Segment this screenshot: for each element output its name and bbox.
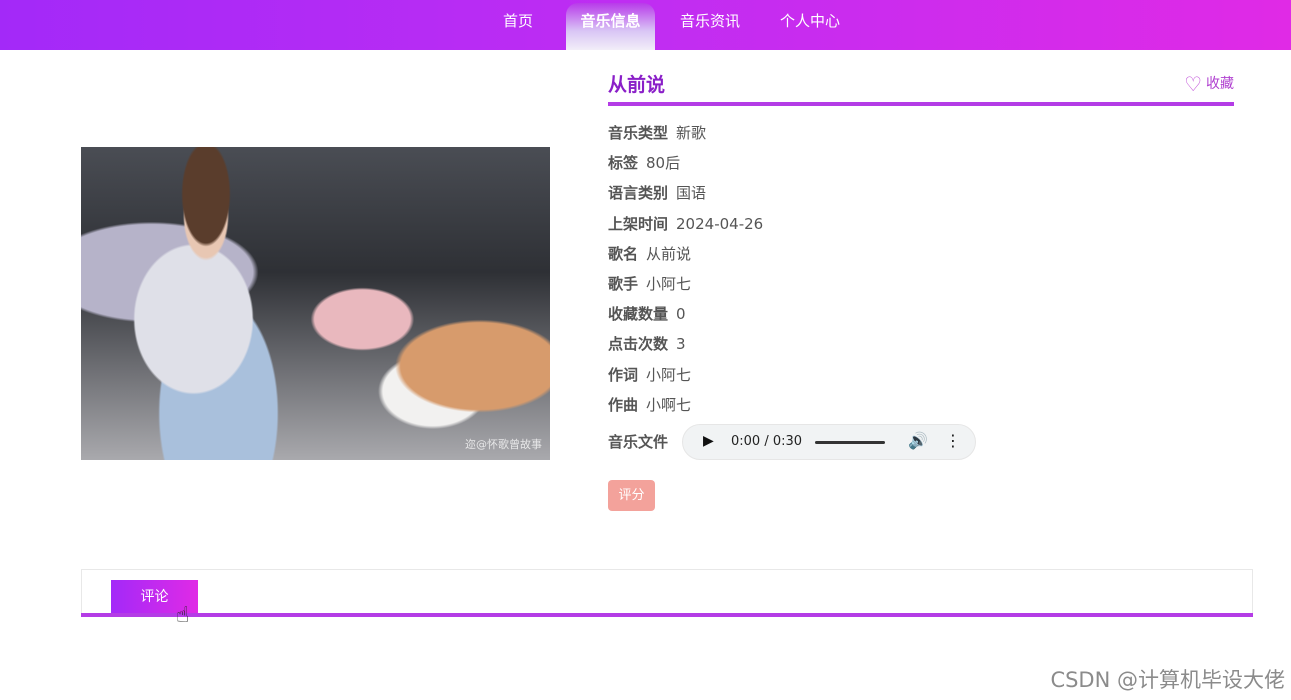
top-navbar: 首页 音乐信息 音乐资讯 个人中心 bbox=[0, 0, 1291, 50]
info-key: 歌名 bbox=[608, 244, 639, 263]
audio-player[interactable]: ▶ 0:00 / 0:30 🔊 ⋮ bbox=[682, 424, 976, 460]
nav-item-music-news[interactable]: 音乐资讯 bbox=[674, 0, 746, 50]
info-value: 国语 bbox=[676, 184, 707, 203]
more-vertical-icon[interactable]: ⋮ bbox=[945, 431, 961, 450]
info-key: 语言类别 bbox=[608, 184, 669, 203]
info-list: 音乐类型 新歌 标签 80后 语言类别 国语 上架时间 2024-04-26 歌名 从前说… bbox=[608, 120, 763, 422]
tab-underline bbox=[81, 613, 1253, 617]
favorite-button[interactable]: ♡ 收藏 bbox=[1184, 72, 1234, 96]
play-icon[interactable]: ▶ bbox=[703, 433, 714, 449]
favorite-label: 收藏 bbox=[1206, 76, 1234, 92]
nav-item-personal-center[interactable]: 个人中心 bbox=[774, 0, 846, 50]
song-title: 从前说 bbox=[608, 74, 666, 96]
info-row-date: 上架时间 2024-04-26 bbox=[608, 211, 763, 241]
comment-tabs: 评论 bbox=[81, 569, 1253, 617]
info-row-click-count: 点击次数 3 bbox=[608, 331, 763, 361]
info-key: 点击次数 bbox=[608, 335, 669, 354]
volume-icon[interactable]: 🔊 bbox=[908, 431, 928, 450]
nav-menu: 首页 音乐信息 音乐资讯 个人中心 bbox=[0, 0, 1291, 50]
info-row-lyricist: 作词 小阿七 bbox=[608, 362, 763, 392]
audio-time: 0:00 / 0:30 bbox=[731, 434, 803, 449]
info-row-singer: 歌手 小阿七 bbox=[608, 271, 763, 301]
info-value: 小阿七 bbox=[646, 274, 692, 293]
info-row-composer: 作曲 小啊七 bbox=[608, 392, 763, 422]
title-row: 从前说 ♡ 收藏 bbox=[608, 62, 1234, 106]
music-detail-panel: 从前说 ♡ 收藏 音乐类型 新歌 标签 80后 语言类别 国语 上架时间 2024-04-… bbox=[608, 62, 1234, 511]
nav-item-home[interactable]: 首页 bbox=[498, 0, 538, 50]
info-value: 80后 bbox=[646, 154, 681, 173]
info-key: 收藏数量 bbox=[608, 305, 669, 324]
info-key: 音乐类型 bbox=[608, 124, 669, 142]
singer-figure bbox=[81, 147, 331, 460]
hand-pointer-icon: ☝ bbox=[176, 603, 190, 628]
info-key: 上架时间 bbox=[608, 214, 669, 233]
info-key: 歌手 bbox=[608, 274, 639, 293]
info-value: 小阿七 bbox=[646, 365, 692, 384]
nav-item-music-info[interactable]: 音乐信息 bbox=[566, 3, 655, 50]
info-value: 3 bbox=[676, 335, 686, 354]
heart-outline-icon: ♡ bbox=[1184, 72, 1202, 96]
audio-progress-track[interactable] bbox=[815, 441, 885, 444]
info-row-tag: 标签 80后 bbox=[608, 150, 763, 180]
info-key: 作曲 bbox=[608, 395, 639, 414]
info-value: 新歌 bbox=[676, 124, 707, 142]
info-row-fav-count: 收藏数量 0 bbox=[608, 301, 763, 331]
info-value: 2024-04-26 bbox=[676, 214, 764, 233]
csdn-watermark: CSDN @计算机毕设大佬 bbox=[1050, 668, 1285, 692]
audio-label: 音乐文件 bbox=[608, 433, 669, 451]
info-row-song-name: 歌名 从前说 bbox=[608, 241, 763, 271]
info-key: 作词 bbox=[608, 365, 639, 384]
rate-button[interactable]: 评分 bbox=[608, 480, 655, 511]
music-cover-image: 迩@怀歌曾故事 bbox=[81, 147, 550, 460]
info-row-type: 音乐类型 新歌 bbox=[608, 120, 763, 150]
info-value: 从前说 bbox=[646, 244, 692, 263]
info-key: 标签 bbox=[608, 154, 639, 173]
info-row-language: 语言类别 国语 bbox=[608, 180, 763, 210]
info-value: 小啊七 bbox=[646, 395, 692, 414]
cover-watermark: 迩@怀歌曾故事 bbox=[465, 438, 542, 451]
info-value: 0 bbox=[676, 305, 686, 324]
